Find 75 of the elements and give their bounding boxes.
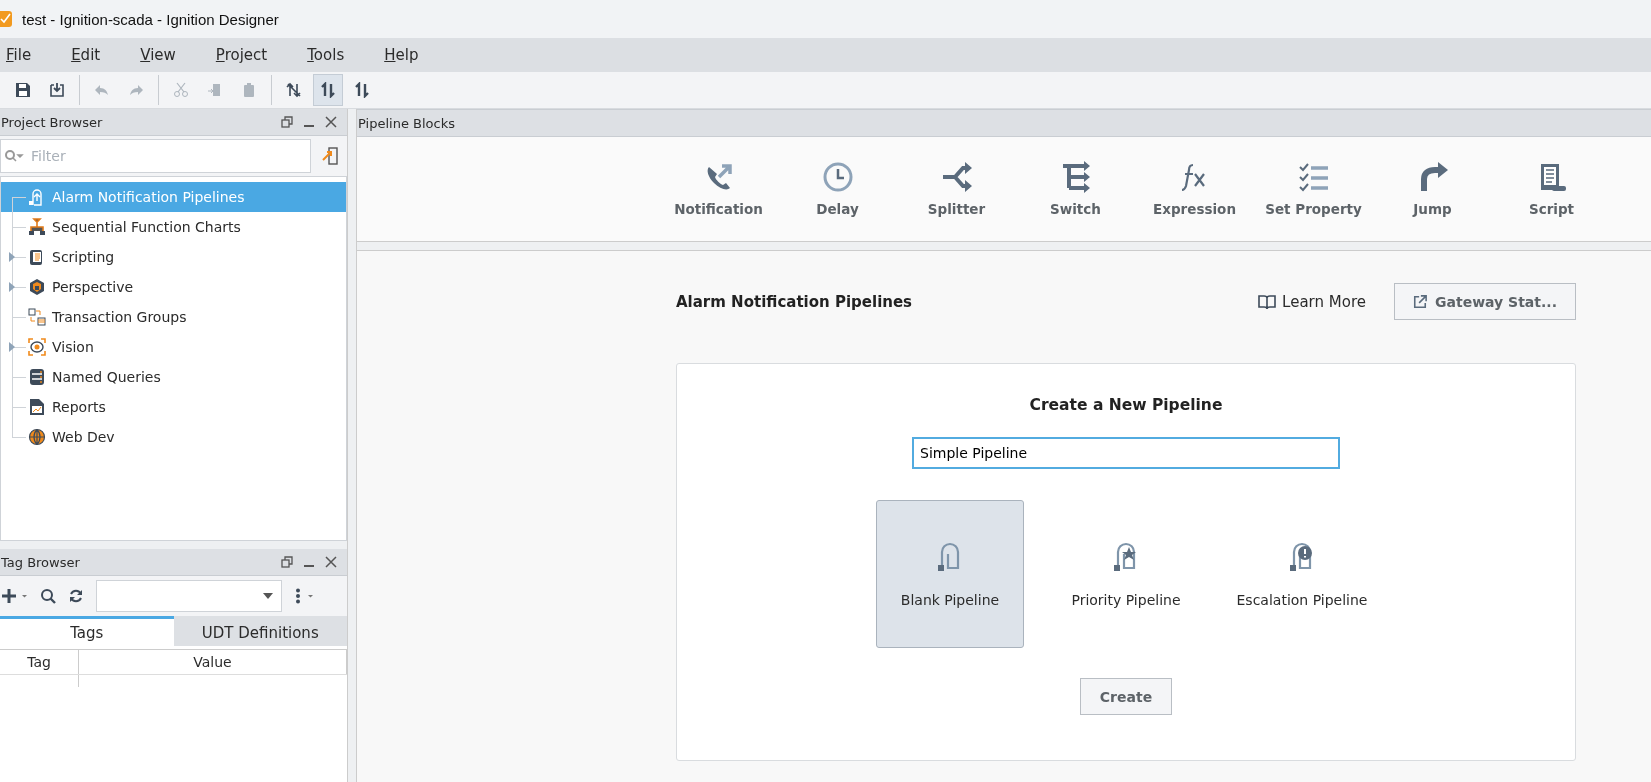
globe-icon	[28, 428, 46, 446]
expand-arrow-icon[interactable]	[8, 341, 16, 353]
transaction-icon	[28, 308, 46, 326]
restore-icon[interactable]	[281, 556, 293, 568]
pipeline-block[interactable]: Splitter	[897, 137, 1016, 241]
expand-arrow-icon[interactable]	[8, 251, 16, 263]
close-icon[interactable]	[325, 116, 337, 128]
hexagon-icon	[28, 278, 46, 296]
tree-item[interactable]: Named Queries	[1, 362, 346, 392]
more-options-icon[interactable]	[294, 588, 314, 604]
book-icon	[1258, 293, 1277, 310]
cut-icon	[173, 82, 189, 98]
database-icon	[28, 368, 46, 386]
panel-title: Tag Browser	[0, 554, 81, 570]
window-title: test - Ignition-scada - Ignition Designer	[22, 10, 279, 28]
chart-icon	[28, 218, 46, 236]
pipeline-block[interactable]: Notification	[659, 137, 778, 241]
arrows-icon	[354, 82, 370, 98]
restore-icon[interactable]	[281, 116, 293, 128]
menu-item[interactable]: Project	[213, 46, 282, 64]
tree-item[interactable]: Sequential Function Charts	[1, 212, 346, 242]
paste-icon	[241, 82, 257, 98]
pipeline-block[interactable]: Switch	[1016, 137, 1135, 241]
refresh-icon[interactable]	[68, 588, 84, 604]
panel-title: Project Browser	[0, 114, 104, 130]
tree-item[interactable]: Reports	[1, 392, 346, 422]
tree-item[interactable]: Vision	[1, 332, 346, 362]
create-button[interactable]: Create	[1080, 678, 1172, 715]
app-icon	[0, 11, 12, 27]
panel-title: Pipeline Blocks	[357, 115, 456, 131]
pipeline-template-option[interactable]: Priority Pipeline	[1052, 500, 1200, 648]
pipeline-template-option[interactable]: Blank Pipeline	[876, 500, 1024, 648]
pipeline-block[interactable]: Script	[1492, 137, 1611, 241]
pipeline-block[interactable]: Jump	[1373, 137, 1492, 241]
pipeline-template-option[interactable]: Escalation Pipeline	[1228, 500, 1376, 648]
pipeline-block[interactable]: Delay	[778, 137, 897, 241]
page-title: Alarm Notification Pipelines	[676, 292, 914, 311]
menu-item[interactable]: Help	[382, 46, 433, 64]
menu-item[interactable]: Edit	[69, 46, 115, 64]
menu-item[interactable]: View	[138, 46, 190, 64]
toggle-button[interactable]	[313, 74, 343, 106]
column-header[interactable]: Value	[79, 650, 347, 674]
pipeline-name-field[interactable]: Simple Pipeline	[912, 437, 1340, 469]
report-icon	[28, 398, 46, 416]
splitter-icon	[940, 161, 973, 193]
tree-item[interactable]: Web Dev	[1, 422, 346, 452]
menu-item[interactable]: Tools	[305, 46, 359, 64]
tab[interactable]: UDT Definitions	[173, 616, 347, 646]
clock-icon	[821, 161, 854, 193]
search-icon[interactable]	[40, 588, 56, 604]
menu-item[interactable]: File	[4, 46, 46, 64]
redo-icon	[128, 82, 144, 98]
external-link-icon	[1413, 294, 1427, 309]
add-dropdown-icon[interactable]	[2, 589, 28, 603]
tree-item[interactable]: Scripting	[1, 242, 346, 272]
link-editor-icon[interactable]	[321, 146, 339, 166]
expand-arrow-icon[interactable]	[8, 281, 16, 293]
pipeline-block[interactable]: Expression	[1135, 137, 1254, 241]
learn-more-link[interactable]: Learn More	[1258, 292, 1366, 311]
filter-field[interactable]: Filter	[0, 139, 311, 173]
copy-icon	[207, 82, 223, 98]
tree-item[interactable]: Perspective	[1, 272, 346, 302]
column-header[interactable]: Tag	[0, 650, 79, 674]
close-icon[interactable]	[325, 556, 337, 568]
eye-icon	[28, 338, 46, 356]
pipeline-block[interactable]: Set Property	[1254, 137, 1373, 241]
arrows-toggle-icon	[320, 82, 336, 98]
gateway-status-button[interactable]: Gateway Stat...	[1394, 283, 1576, 320]
card-heading: Create a New Pipeline	[1029, 396, 1223, 414]
checklist-icon	[1297, 161, 1330, 193]
save-icon	[15, 82, 31, 98]
save-to-disk-icon	[49, 82, 65, 98]
caret-icon	[263, 593, 273, 599]
split-arrows-icon	[286, 82, 302, 98]
tree-item[interactable]: Transaction Groups	[1, 302, 346, 332]
